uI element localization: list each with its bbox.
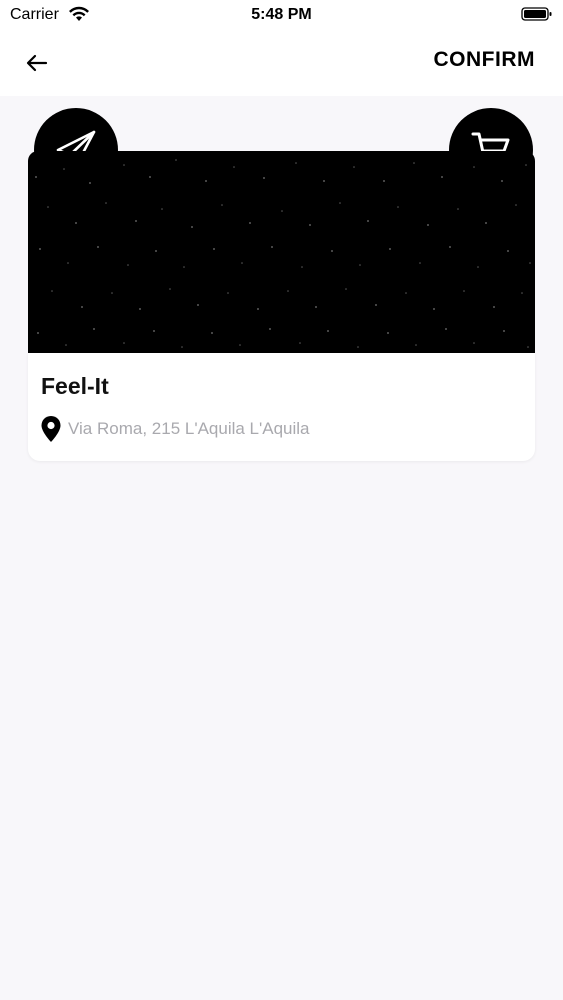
card-cover-image [28,151,535,353]
business-card[interactable]: Feel-It Via Roma, 215 L'Aquila L'Aquila [28,108,535,462]
status-bar: Carrier 5:48 PM [0,0,563,30]
starfield-pattern [35,159,531,348]
status-time: 5:48 PM [251,6,312,23]
arrow-left-icon [26,54,48,72]
navigation-bar: CONFIRM [0,30,563,96]
back-button[interactable] [22,48,52,78]
confirm-button[interactable]: CONFIRM [434,48,536,72]
business-address: Via Roma, 215 L'Aquila L'Aquila [68,419,310,438]
battery-icon [521,7,552,21]
business-name: Feel-It [41,373,109,399]
map-pin-icon [41,416,61,442]
card-body: Feel-It Via Roma, 215 L'Aquila L'Aquila [28,353,535,461]
